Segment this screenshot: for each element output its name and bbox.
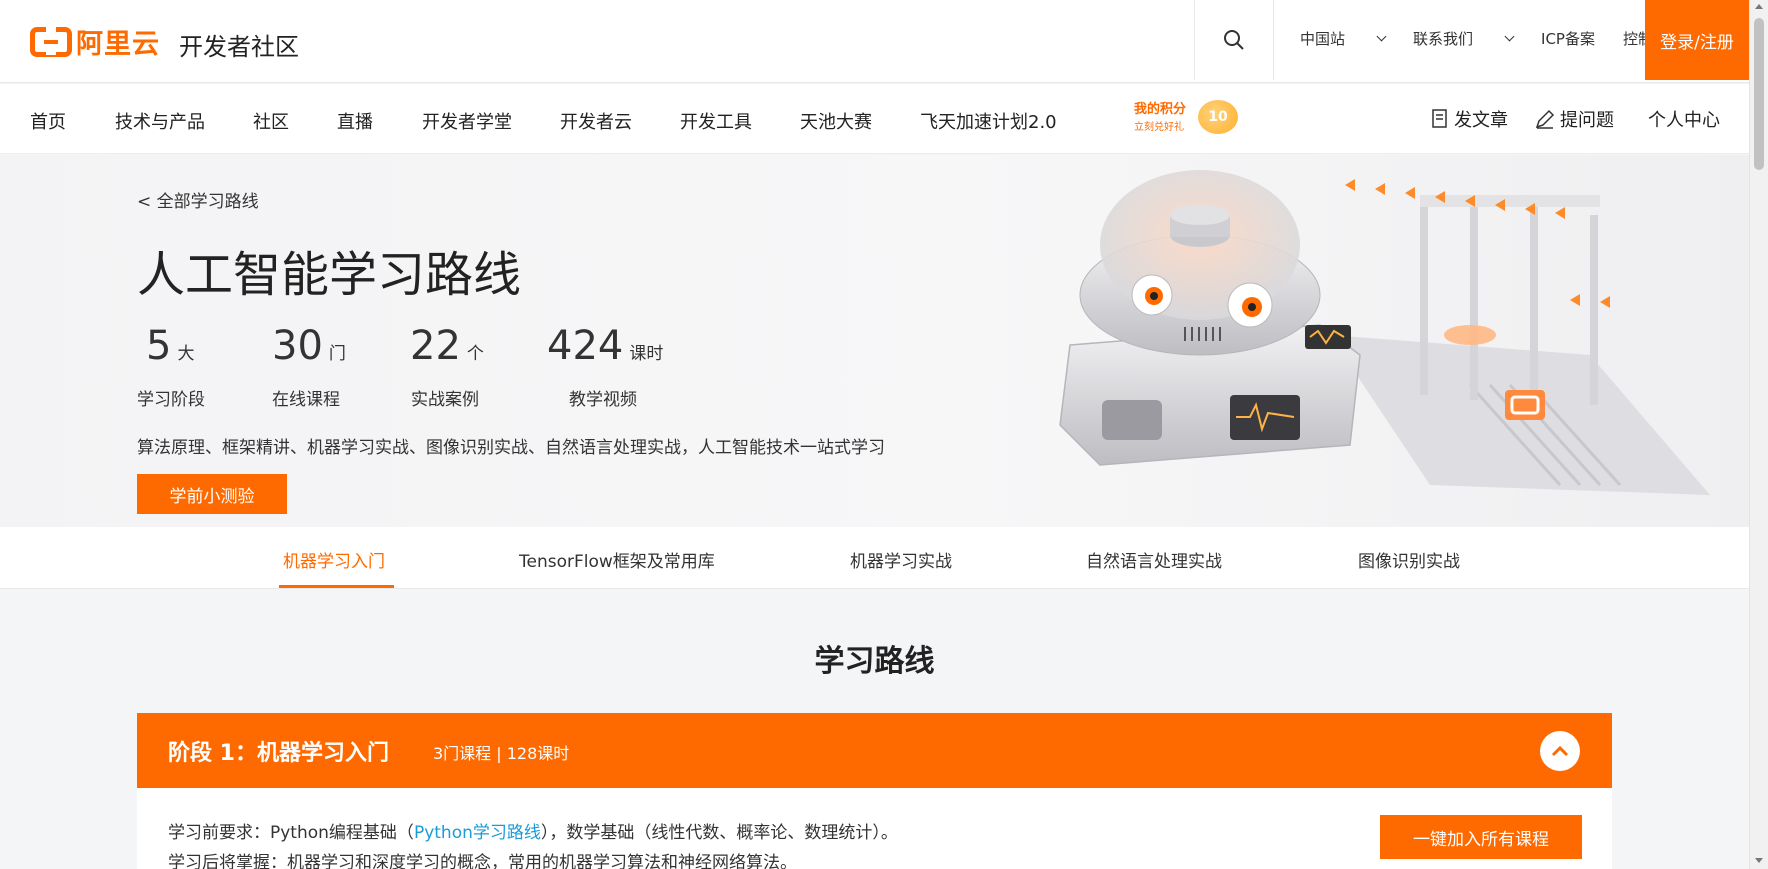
prerequisites-text: 学习前要求：Python编程基础（Python学习路线），数学基础（线性代数、概… — [168, 818, 898, 843]
nav-item-community[interactable]: 社区 — [253, 108, 289, 134]
contact-dropdown[interactable]: 联系我们 — [1413, 28, 1515, 49]
collapse-button[interactable] — [1540, 731, 1580, 771]
outcomes-text: 学习后将掌握：机器学习和深度学习的概念，常用的机器学习算法和神经网络算法。 — [168, 853, 797, 869]
tab-nlp-practice[interactable]: 自然语言处理实战 — [1086, 547, 1222, 572]
join-all-courses-button[interactable]: 一键加入所有课程 — [1380, 815, 1582, 859]
main-nav: 首页 技术与产品 社区 直播 开发者学堂 开发者云 开发工具 天池大赛 飞天加速… — [0, 84, 1749, 154]
stat-unit: 门 — [328, 344, 346, 364]
pre-study-quiz-button[interactable]: 学前小测验 — [137, 474, 287, 514]
stat-unit: 大 — [177, 344, 195, 364]
stat-cases: 22 个 实战案例 — [410, 323, 484, 410]
stat-number: 424 — [547, 323, 624, 369]
active-tab-indicator — [279, 585, 394, 588]
tab-image-recognition[interactable]: 图像识别实战 — [1358, 547, 1460, 572]
stat-label: 在线课程 — [272, 390, 340, 410]
contact-label: 联系我们 — [1413, 30, 1474, 48]
nav-item-home[interactable]: 首页 — [30, 108, 66, 134]
stat-courses: 30 门 在线课程 — [272, 323, 346, 410]
pencil-icon — [1535, 109, 1555, 129]
stat-number: 30 — [272, 323, 323, 369]
page-title: 人工智能学习路线 — [137, 247, 522, 303]
points-widget[interactable]: 我的积分 立刻兑好礼 10 — [1124, 98, 1242, 140]
stat-stages: 5大 学习阶段 — [137, 323, 205, 410]
hero-banner: < 全部学习路线 人工智能学习路线 5大 学习阶段 30 门 在线课程 22 个 实… — [0, 155, 1749, 527]
points-title: 我的积分 — [1134, 102, 1187, 117]
stat-unit: 课时 — [629, 344, 664, 364]
stage-name: 阶段 1：机器学习入门 — [168, 741, 389, 766]
stat-label: 学习阶段 — [137, 390, 205, 410]
chevron-down-icon — [1376, 31, 1387, 42]
hero-description: 算法原理、框架精讲、机器学习实战、图像识别实战、自然语言处理实战，人工智能技术一… — [137, 438, 885, 458]
region-dropdown[interactable]: 中国站 — [1300, 28, 1387, 49]
ask-question-link[interactable]: 提问题 — [1534, 106, 1614, 132]
scroll-up-arrow-icon[interactable] — [1755, 4, 1763, 9]
python-path-link[interactable]: Python学习路线 — [414, 823, 541, 843]
stat-videos: 424 课时 教学视频 — [547, 323, 664, 410]
nav-item-dev-cloud[interactable]: 开发者云 — [560, 108, 632, 134]
tab-tensorflow[interactable]: TensorFlow框架及常用库 — [519, 547, 715, 572]
all-learning-paths-link[interactable]: < 全部学习路线 — [137, 187, 259, 212]
nav-item-live[interactable]: 直播 — [337, 108, 373, 134]
tab-ml-practice[interactable]: 机器学习实战 — [850, 547, 952, 572]
prereq-prefix: 学习前要求：Python编程基础（ — [168, 823, 414, 843]
aliyun-logo-icon — [30, 24, 72, 57]
scroll-down-arrow-icon[interactable] — [1755, 858, 1763, 863]
stat-label: 实战案例 — [411, 390, 479, 410]
points-subtitle: 立刻兑好礼 — [1134, 122, 1184, 133]
scroll-thumb[interactable] — [1754, 18, 1764, 170]
top-header: 阿里云 开发者社区 中国站 联系我们 ICP备案 控制台 登录/注册 — [0, 0, 1749, 83]
document-icon — [1432, 109, 1447, 128]
write-article-link[interactable]: 发文章 — [1430, 106, 1508, 132]
aliyun-logo[interactable]: 阿里云 — [30, 22, 160, 61]
stage-header[interactable]: 阶段 1：机器学习入门 3门课程 | 128课时 — [137, 713, 1612, 788]
robot-illustration — [1059, 170, 1710, 495]
icp-link[interactable]: ICP备案 — [1541, 28, 1595, 49]
stage-meta: 3门课程 | 128课时 — [433, 744, 570, 763]
stat-label: 教学视频 — [569, 390, 637, 410]
section-title: 学习路线 — [814, 644, 935, 679]
stage-body: 学习前要求：Python编程基础（Python学习路线），数学基础（线性代数、概… — [137, 788, 1612, 869]
login-register-button[interactable]: 登录/注册 — [1645, 0, 1749, 80]
prereq-suffix: ），数学基础（线性代数、概率论、数理统计）。 — [540, 823, 898, 843]
tab-ml-intro[interactable]: 机器学习入门 — [283, 547, 385, 572]
nav-item-tech-products[interactable]: 技术与产品 — [115, 108, 205, 134]
stat-number: 22 — [410, 323, 461, 369]
region-label: 中国站 — [1300, 30, 1346, 48]
page-scrollbar[interactable] — [1749, 0, 1768, 869]
chevron-down-icon — [1504, 31, 1515, 42]
ask-question-label: 提问题 — [1560, 110, 1614, 131]
personal-center-link[interactable]: 个人中心 — [1648, 106, 1720, 132]
points-value: 10 — [1198, 100, 1238, 134]
stat-number: 5 — [146, 323, 172, 369]
search-icon — [1224, 30, 1244, 50]
stage-tabs: 机器学习入门 TensorFlow框架及常用库 机器学习实战 自然语言处理实战 … — [0, 527, 1749, 589]
stat-unit: 个 — [466, 344, 484, 364]
nav-item-academy[interactable]: 开发者学堂 — [422, 108, 512, 134]
logo-text: 阿里云 — [76, 29, 160, 60]
chevron-up-icon — [1551, 745, 1569, 757]
site-title[interactable]: 开发者社区 — [179, 27, 299, 62]
top-links: 中国站 联系我们 ICP备案 控制台 — [1300, 28, 1696, 49]
search-button[interactable] — [1194, 0, 1274, 80]
write-article-label: 发文章 — [1454, 110, 1508, 131]
nav-item-tianchi[interactable]: 天池大赛 — [800, 108, 872, 134]
nav-item-feitian[interactable]: 飞天加速计划2.0 — [920, 108, 1057, 134]
nav-item-dev-tools[interactable]: 开发工具 — [680, 108, 752, 134]
